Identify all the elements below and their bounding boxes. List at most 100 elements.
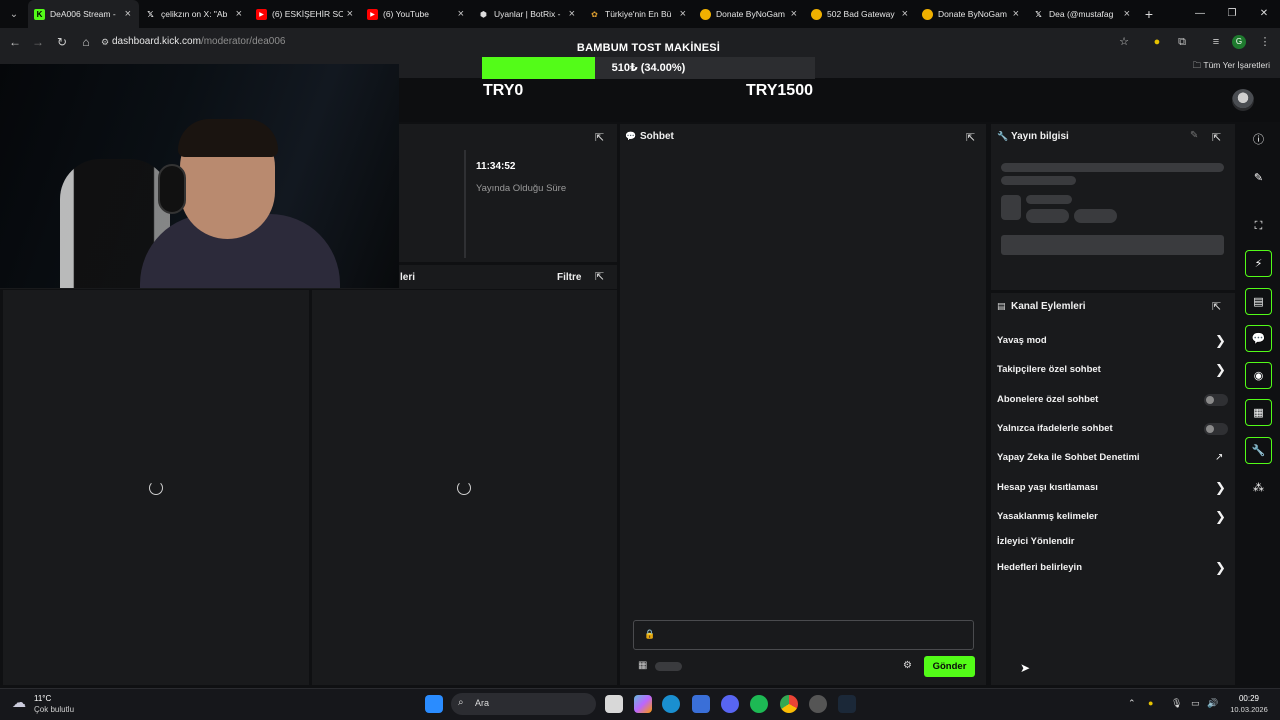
popout-icon[interactable]: ⇱ [595, 270, 604, 283]
wrench-icon[interactable]: 🔧 [1245, 437, 1272, 464]
wrench-icon: 🔧 [997, 131, 1009, 141]
quick-actions-icon[interactable]: ⚡ [1245, 250, 1272, 277]
browser-tab[interactable]: K DeA006 Stream - × [28, 0, 139, 28]
browser-tab[interactable]: Donate ByNoGam × [694, 0, 805, 28]
spotify-icon[interactable] [750, 695, 768, 713]
action-ai-moderation[interactable]: Yapay Zeka ile Sohbet Denetimi [997, 452, 1140, 463]
task-view-icon[interactable] [605, 695, 623, 713]
chevron-right-icon[interactable]: ❯ [1215, 510, 1227, 523]
notes-icon[interactable]: ▤ [1245, 288, 1272, 315]
profile-icon[interactable]: G [1232, 35, 1246, 49]
close-tab-icon[interactable]: × [458, 8, 464, 20]
weather-cloud-icon[interactable]: ☁ [12, 694, 26, 711]
action-banned-words[interactable]: Yasaklanmış kelimeler [997, 511, 1098, 522]
forward-icon[interactable]: → [29, 33, 47, 51]
chat-settings-icon[interactable]: ⚙ [903, 660, 912, 671]
browser-tab[interactable]: ▶ (6) ESKİŞEHİR SO × [250, 0, 361, 28]
store-icon[interactable]: ▦ [638, 660, 647, 671]
avatar[interactable] [1232, 89, 1254, 111]
close-window-icon[interactable]: ✕ [1248, 0, 1280, 28]
back-icon[interactable]: ← [6, 33, 24, 51]
restore-icon[interactable]: ❐ [1216, 0, 1248, 28]
tray-overflow-icon[interactable]: ⌃ [1128, 698, 1136, 709]
menu-kebab-icon[interactable]: ⋮ [1256, 33, 1274, 51]
close-tab-icon[interactable]: × [1013, 8, 1019, 20]
broadcast-icon[interactable]: ◉ [1245, 362, 1272, 389]
action-followers-only[interactable]: Takipçilere özel sohbet [997, 364, 1101, 375]
browser-tab[interactable]: Donate ByNoGam × [916, 0, 1027, 28]
send-button[interactable]: Gönder [924, 656, 975, 677]
browser-tab[interactable]: ⬢ Uyanlar | BotRix - × [472, 0, 583, 28]
start-windows-icon[interactable] [425, 695, 443, 713]
tab-title: Türkiye'nin En Bü [605, 9, 672, 19]
popout-icon[interactable]: ⇱ [595, 131, 604, 144]
browser-tab[interactable]: ✿ Türkiye'nin En Bü × [583, 0, 694, 28]
goal-progress-bar: 510₺ (34.00%) [482, 57, 815, 79]
action-set-goals[interactable]: Hedefleri belirleyin [997, 562, 1082, 573]
discord-icon[interactable] [721, 695, 739, 713]
chat-bubble-icon[interactable]: 💬 [1245, 325, 1272, 352]
close-tab-icon[interactable]: × [1124, 8, 1130, 20]
browser-tab[interactable]: ▶ (6) YouTube × [361, 0, 472, 28]
chrome-icon[interactable] [780, 695, 798, 713]
popout-icon[interactable]: ⇱ [966, 131, 975, 144]
obs-icon[interactable] [809, 695, 827, 713]
edit-pencil-icon[interactable]: ✎ [1190, 130, 1198, 141]
close-tab-icon[interactable]: × [569, 8, 575, 20]
external-link-icon[interactable]: ↗ [1215, 452, 1227, 464]
minimize-icon[interactable]: — [1184, 0, 1216, 28]
actions-icon: ▤ [997, 301, 1006, 311]
all-bookmarks-button[interactable]: 🗀 Tüm Yer İşaretleri [1193, 60, 1270, 74]
close-tab-icon[interactable]: × [791, 8, 797, 20]
volume-icon[interactable]: 🔊 [1207, 698, 1218, 709]
home-icon[interactable]: ⌂ [77, 33, 95, 51]
clock-date[interactable]: 10.03.2026 [1225, 705, 1273, 714]
close-tab-icon[interactable]: × [236, 8, 242, 20]
edit-pencil-icon[interactable]: ✎ [1245, 165, 1272, 192]
chevron-right-icon[interactable]: ❯ [1215, 481, 1227, 494]
copilot-icon[interactable] [634, 695, 652, 713]
layout-icon[interactable]: ▦ [1245, 399, 1272, 426]
url-field[interactable]: dashboard.kick.com/moderator/dea006 [112, 33, 285, 51]
reload-icon[interactable]: ↻ [53, 33, 71, 51]
chevron-right-icon[interactable]: ❯ [1215, 561, 1227, 574]
bookmark-star-icon[interactable]: ☆ [1115, 33, 1133, 51]
microphone-icon[interactable]: 🎙 [1171, 698, 1182, 709]
more-icon[interactable]: ⁂ [1245, 475, 1272, 502]
chevron-right-icon[interactable]: ❯ [1215, 334, 1227, 347]
tab-search-icon[interactable]: ⌄ [0, 0, 28, 28]
chevron-right-icon[interactable]: ❯ [1215, 363, 1227, 376]
steam-icon[interactable] [838, 695, 856, 713]
store-icon[interactable] [692, 695, 710, 713]
info-icon[interactable]: ⓘ [1245, 127, 1272, 154]
tray-app-icon[interactable]: ● [1148, 698, 1153, 708]
close-tab-icon[interactable]: × [347, 8, 353, 20]
taskbar-search[interactable]: ⌕ [451, 693, 596, 715]
close-tab-icon[interactable]: × [125, 8, 131, 20]
subscribers-only-toggle[interactable] [1204, 394, 1228, 406]
action-host-viewers[interactable]: İzleyici Yönlendir [997, 536, 1074, 547]
extension-icon[interactable]: ● [1148, 33, 1166, 51]
popout-icon[interactable]: ⇱ [1212, 300, 1221, 313]
edge-icon[interactable] [662, 695, 680, 713]
weather-temperature[interactable]: 11°C [34, 694, 51, 703]
action-account-age[interactable]: Hesap yaşı kısıtlaması [997, 482, 1098, 493]
close-tab-icon[interactable]: × [902, 8, 908, 20]
weather-condition[interactable]: Çok bulutlu [34, 705, 74, 714]
extensions-puzzle-icon[interactable]: ⧉ [1173, 33, 1191, 51]
new-tab-button[interactable]: + [1138, 6, 1160, 22]
action-slow-mode[interactable]: Yavaş mod [997, 335, 1047, 346]
filter-button[interactable]: Filtre [557, 272, 581, 283]
media-control-icon[interactable]: ≡ [1207, 33, 1225, 51]
emotes-only-toggle[interactable] [1204, 423, 1228, 435]
fullscreen-icon[interactable]: ⛶ [1245, 213, 1272, 240]
chat-input[interactable]: 🔒 [633, 620, 974, 650]
display-icon[interactable]: ▭ [1191, 698, 1200, 709]
browser-tab[interactable]: 𝕏 çelikzın on X: "Ab × [139, 0, 250, 28]
browser-tab[interactable]: 502 Bad Gateway × [805, 0, 916, 28]
clock-time[interactable]: 00:29 [1229, 694, 1269, 703]
browser-tab[interactable]: 𝕏 Dea (@mustafag × [1027, 0, 1138, 28]
close-tab-icon[interactable]: × [680, 8, 686, 20]
tab-title: DeA006 Stream - [50, 9, 116, 19]
popout-icon[interactable]: ⇱ [1212, 131, 1221, 144]
